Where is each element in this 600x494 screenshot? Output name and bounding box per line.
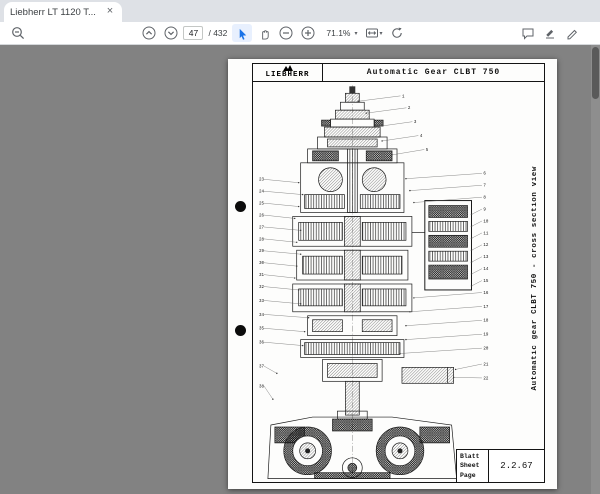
punch-hole-top [235,201,246,212]
svg-text:20: 20 [483,348,488,352]
svg-text:15: 15 [483,280,488,284]
svg-text:10: 10 [483,220,488,224]
sheet-number-box: Blatt Sheet Page 2.2.67 [456,449,544,482]
toolbar-right-group [518,24,582,42]
svg-text:29: 29 [259,250,264,254]
drawing-frame: LIEBHERR Automatic Gear CLBT 750 [252,63,545,483]
svg-text:25: 25 [259,203,264,207]
page-number-input[interactable]: 47 [183,26,203,40]
page-title: Automatic Gear CLBT 750 [323,64,544,81]
pdf-content-area[interactable]: LIEBHERR Automatic Gear CLBT 750 [0,45,600,494]
svg-text:16: 16 [483,292,488,296]
svg-text:34: 34 [259,314,264,318]
chevron-down-icon: ▾ [354,30,357,37]
tab-title: Liebherr LT 1120 T... [10,7,100,18]
toolbar-center-group: 47 / 432 71.1% ▾ ▾ [139,24,406,42]
zoom-in-icon[interactable] [298,24,318,42]
comment-icon[interactable] [518,24,538,42]
next-page-icon[interactable] [161,24,181,42]
svg-text:3: 3 [414,121,417,125]
toolbar-left-group [8,24,28,42]
svg-text:8: 8 [483,197,486,201]
svg-text:27: 27 [259,226,264,230]
svg-text:11: 11 [483,232,488,236]
select-tool-icon[interactable] [232,24,252,42]
svg-text:12: 12 [483,244,488,248]
svg-text:7: 7 [483,185,486,189]
scrollbar-thumb[interactable] [592,47,599,99]
sheet-labels: Blatt Sheet Page [457,450,489,482]
svg-text:4: 4 [420,135,423,139]
svg-text:18: 18 [483,320,488,324]
svg-text:22: 22 [483,377,488,381]
svg-text:13: 13 [483,256,488,260]
svg-text:37: 37 [259,365,264,369]
svg-text:30: 30 [259,262,264,266]
sheet-label-page: Page [460,471,485,480]
sheet-label-sheet: Sheet [460,461,485,470]
page-count-label: / 432 [208,28,227,38]
scrollbar[interactable] [591,45,600,494]
chevron-down-icon: ▾ [380,30,383,37]
browser-window: Liebherr LT 1120 T... × 47 / 432 [0,0,600,494]
svg-text:28: 28 [259,238,264,242]
svg-text:9: 9 [483,208,486,212]
svg-text:33: 33 [259,300,264,304]
rotate-page-icon[interactable] [387,24,407,42]
zoom-level-value: 71.1% [326,28,350,38]
svg-text:26: 26 [259,214,264,218]
fit-page-dropdown[interactable]: ▾ [363,24,385,42]
liebherr-logo: LIEBHERR [253,64,323,81]
svg-text:14: 14 [483,268,488,272]
side-caption: Automatic gear CLBT 750 - cross section … [531,166,539,390]
svg-text:23: 23 [259,179,264,183]
svg-text:19: 19 [483,334,488,338]
svg-text:35: 35 [259,328,264,332]
punch-hole-bottom [235,325,246,336]
tab-bar: Liebherr LT 1120 T... × [0,0,600,22]
pdf-page: LIEBHERR Automatic Gear CLBT 750 [228,59,557,489]
zoom-out-icon[interactable] [276,24,296,42]
logo-text: LIEBHERR [265,72,309,80]
pdf-toolbar: 47 / 432 71.1% ▾ ▾ [0,22,600,45]
previous-page-icon[interactable] [139,24,159,42]
search-zoom-icon[interactable] [8,24,28,42]
svg-text:6: 6 [483,173,486,177]
browser-tab[interactable]: Liebherr LT 1120 T... × [4,2,122,22]
svg-text:32: 32 [259,286,264,290]
svg-text:17: 17 [483,306,488,310]
svg-text:24: 24 [259,191,264,195]
svg-text:31: 31 [259,274,264,278]
tab-close-icon[interactable]: × [104,6,116,18]
gearbox-cross-section-diagram: 1234567891011121314151617181920212223242… [253,82,544,482]
svg-text:1: 1 [402,95,405,99]
highlight-icon[interactable] [540,24,560,42]
draw-pen-icon[interactable] [562,24,582,42]
svg-text:36: 36 [259,342,264,346]
zoom-level-dropdown[interactable]: 71.1% ▾ [320,24,360,42]
svg-text:5: 5 [426,149,429,153]
sheet-page-number: 2.2.67 [489,450,544,482]
sheet-label-blatt: Blatt [460,452,485,461]
svg-text:21: 21 [483,363,488,367]
document-header: LIEBHERR Automatic Gear CLBT 750 [253,64,544,82]
svg-text:38: 38 [259,385,264,389]
hand-tool-icon[interactable] [254,24,274,42]
svg-text:2: 2 [408,107,411,111]
